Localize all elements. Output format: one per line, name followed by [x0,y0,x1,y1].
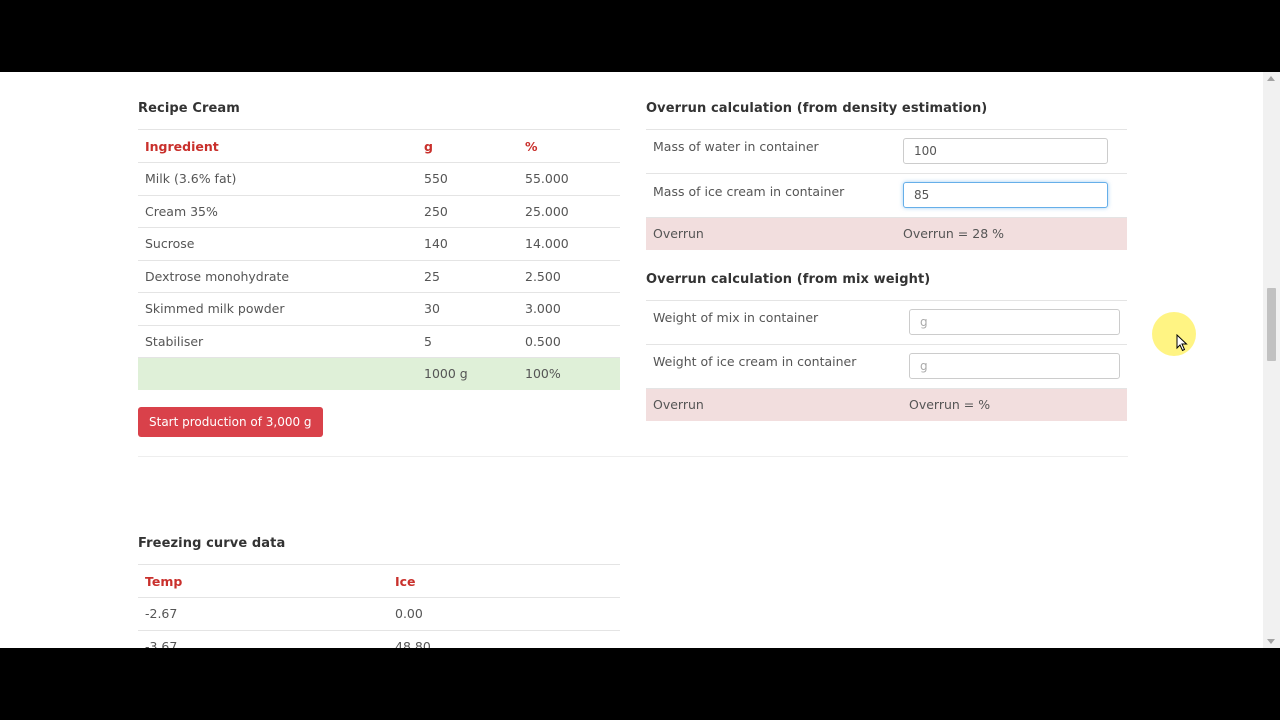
overrun-density-result-label: Overrun [653,226,704,241]
section-divider [138,456,1128,457]
total-percent: 100% [518,357,620,390]
overrun-weight-result-label: Overrun [653,397,704,412]
freezing-table: Temp Ice -2.67 0.00 -3.67 48.80 [138,564,620,648]
overrun-weight-result-row: Overrun Overrun = % [646,388,1127,421]
overrun-weight-result-value: Overrun = % [909,397,991,412]
scroll-thumb[interactable] [1267,288,1276,361]
icecream-weight-input[interactable] [909,353,1120,379]
ingredient-name: Skimmed milk powder [138,292,417,325]
ingredient-percent: 14.000 [518,227,620,260]
recipe-title: Recipe Cream [138,101,240,116]
icecream-mass-input[interactable] [903,182,1108,208]
ingredient-percent: 2.500 [518,259,620,293]
recipe-table: Ingredient g % Milk (3.6% fat) 550 55.00… [138,129,620,390]
icecream-weight-row: Weight of ice cream in container [646,344,1127,389]
total-grams: 1000 g [417,357,518,390]
ingredient-name: Cream 35% [138,194,417,228]
freezing-title: Freezing curve data [138,536,286,551]
page-viewport: Recipe Cream Ingredient g % Milk (3.6% f… [0,72,1280,648]
ingredient-name: Sucrose [138,227,417,260]
mix-weight-label: Weight of mix in container [653,310,819,325]
scroll-down-arrow-icon[interactable] [1267,639,1275,644]
table-row: Dextrose monohydrate 25 2.500 [138,259,620,293]
recipe-header-row: Ingredient g % [138,129,620,163]
start-production-button[interactable]: Start production of 3,000 g [138,407,323,437]
water-mass-label: Mass of water in container [653,139,819,154]
water-mass-input[interactable] [903,138,1108,164]
ingredient-grams: 25 [417,259,518,293]
col-header-ingredient: Ingredient [138,129,417,163]
overrun-density-title: Overrun calculation (from density estima… [646,101,988,116]
cursor-highlight [1152,312,1196,356]
overrun-density-result-value: Overrun = 28 % [903,226,1005,241]
overrun-weight-title: Overrun calculation (from mix weight) [646,272,931,287]
ingredient-grams: 140 [417,227,518,260]
table-row: Sucrose 140 14.000 [138,227,620,260]
mix-weight-row: Weight of mix in container [646,300,1127,345]
ingredient-grams: 550 [417,162,518,195]
ingredient-percent: 55.000 [518,162,620,195]
ingredient-percent: 0.500 [518,324,620,358]
total-row: 1000 g 100% [138,357,620,390]
vertical-scrollbar[interactable] [1263,72,1280,648]
freezing-temp: -2.67 [138,597,388,630]
table-row: -2.67 0.00 [138,597,620,630]
freezing-temp: -3.67 [138,629,388,648]
table-row: Stabiliser 5 0.500 [138,324,620,358]
icecream-mass-label: Mass of ice cream in container [653,184,845,199]
ingredient-percent: 3.000 [518,292,620,325]
table-row: Cream 35% 250 25.000 [138,194,620,228]
ingredient-name: Stabiliser [138,324,417,358]
col-header-grams: g [417,129,518,163]
mix-weight-input[interactable] [909,309,1120,335]
table-row: Milk (3.6% fat) 550 55.000 [138,162,620,195]
total-label [138,357,417,390]
ingredient-grams: 30 [417,292,518,325]
ingredient-grams: 5 [417,324,518,358]
icecream-weight-label: Weight of ice cream in container [653,354,857,369]
ingredient-name: Milk (3.6% fat) [138,162,417,195]
ingredient-grams: 250 [417,194,518,228]
col-header-temp: Temp [138,564,388,598]
col-header-percent: % [518,129,620,163]
ingredient-name: Dextrose monohydrate [138,259,417,293]
table-row: Skimmed milk powder 30 3.000 [138,292,620,325]
overrun-density-result-row: Overrun Overrun = 28 % [646,217,1127,250]
mouse-pointer-icon [1176,334,1188,352]
icecream-mass-row: Mass of ice cream in container [646,173,1127,218]
ingredient-percent: 25.000 [518,194,620,228]
freezing-header-row: Temp Ice [138,564,620,598]
water-mass-row: Mass of water in container [646,129,1127,174]
overrun-density-panel: Overrun calculation (from density estima… [646,72,1127,432]
table-row: -3.67 48.80 [138,629,620,648]
freezing-ice: 0.00 [388,597,620,630]
scroll-up-arrow-icon[interactable] [1267,76,1275,81]
col-header-ice: Ice [388,564,620,598]
freezing-ice: 48.80 [388,629,620,648]
